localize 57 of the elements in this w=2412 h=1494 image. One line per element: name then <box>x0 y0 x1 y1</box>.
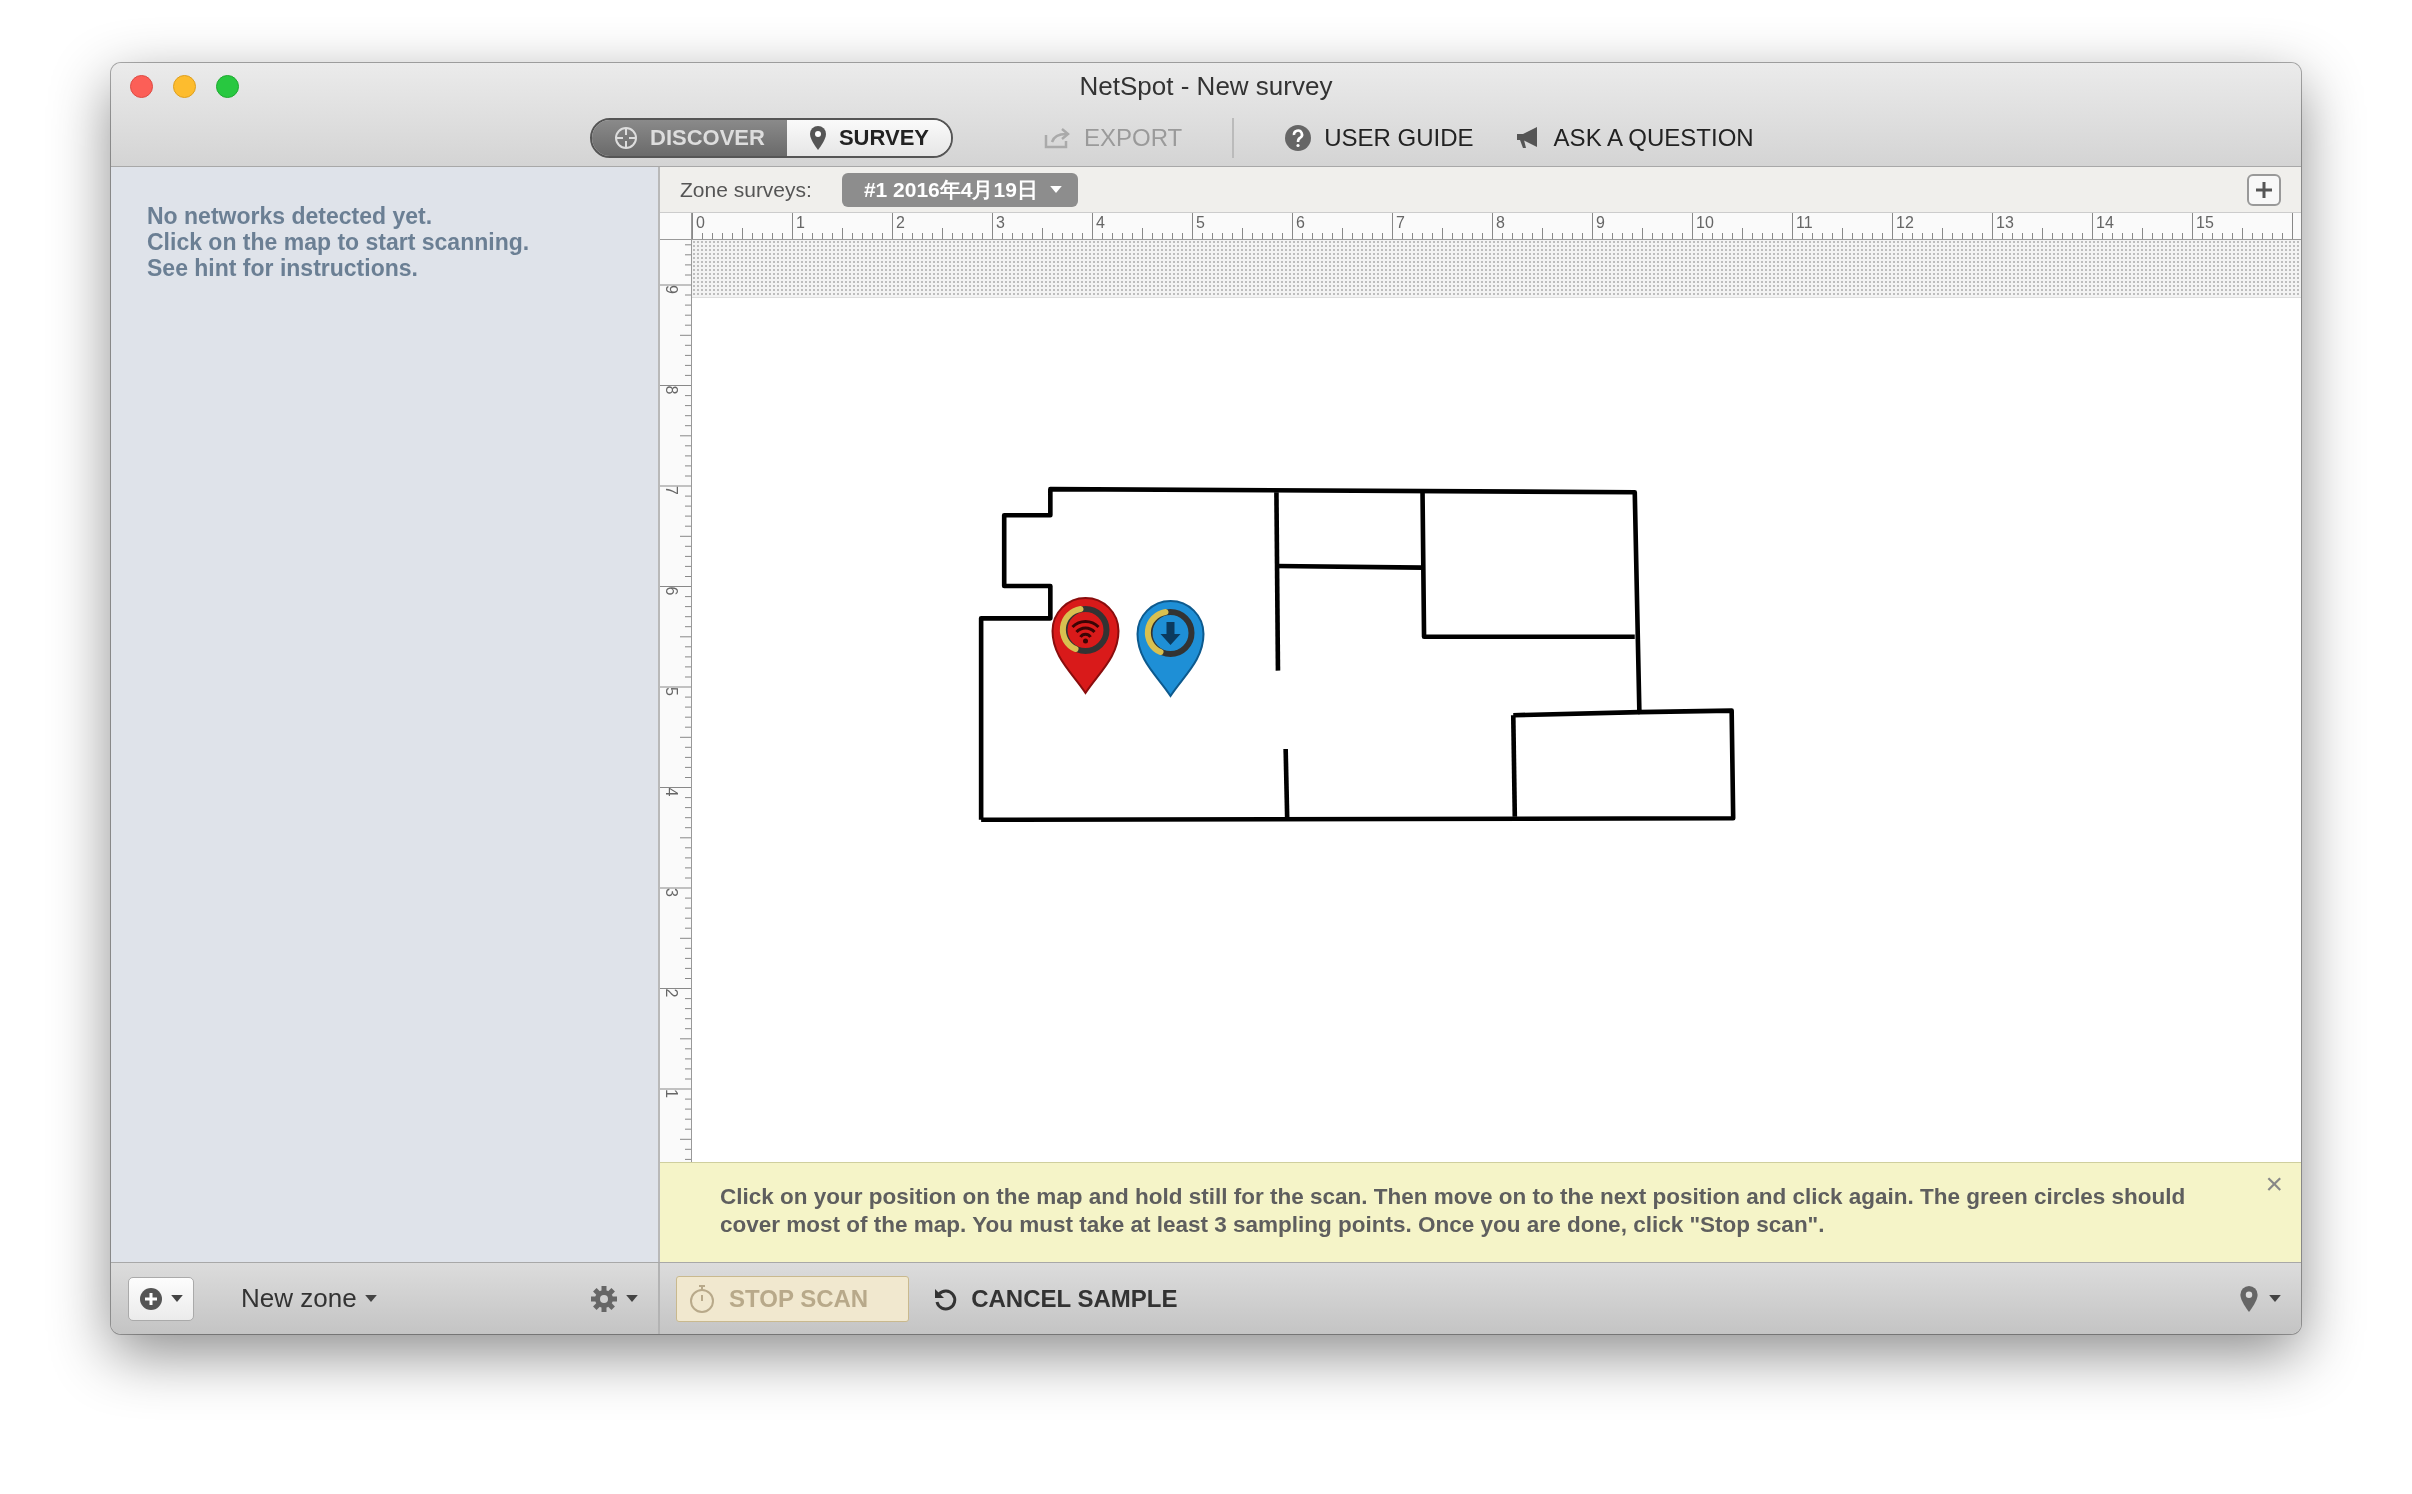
ruler-label: 11 <box>1796 214 1813 231</box>
ruler-label: 5 <box>663 687 680 696</box>
zone-surveys-label: Zone surveys: <box>680 177 812 202</box>
location-pin-icon <box>2239 1284 2259 1313</box>
status-message: Click on the map to start scanning. <box>147 229 531 255</box>
ruler-label: 15 <box>2196 214 2214 231</box>
ruler-label: 1 <box>663 1089 680 1098</box>
caret-icon <box>626 1295 638 1302</box>
status-message: See hint for instructions. <box>147 255 419 281</box>
ruler-label: 7 <box>1396 214 1405 231</box>
ruler-label: 0 <box>696 214 705 231</box>
ruler-label: 8 <box>663 385 680 395</box>
export-icon <box>1044 126 1072 149</box>
window-title: NetSpot - New survey <box>1079 70 1333 101</box>
ruler-label: 12 <box>1896 214 1914 231</box>
caret-icon <box>1049 186 1062 193</box>
plus-icon <box>2255 180 2273 199</box>
cancel-sample-button[interactable]: CANCEL SAMPLE <box>933 1284 1178 1313</box>
ruler-label: 1 <box>796 214 805 231</box>
stopwatch-icon <box>689 1283 715 1314</box>
add-button[interactable] <box>2247 173 2281 206</box>
caret-icon <box>2269 1295 2281 1302</box>
ruler-label: 3 <box>663 888 680 897</box>
ruler-label: 14 <box>2096 214 2114 231</box>
settings-menu-button[interactable] <box>590 1284 638 1313</box>
ruler-label: 4 <box>663 787 680 797</box>
ruler-label: 6 <box>1296 214 1305 231</box>
close-window-button[interactable] <box>130 74 153 98</box>
plus-circle-icon <box>139 1286 163 1311</box>
ruler-label: 3 <box>996 214 1005 231</box>
mode-tab[interactable]: SURVEY <box>786 119 951 156</box>
location-pin-icon <box>808 124 827 151</box>
caret-icon <box>171 1295 183 1302</box>
ruler-label: 5 <box>1196 214 1205 231</box>
settings-icon <box>590 1284 618 1313</box>
status-message: No networks detected yet. <box>147 203 434 229</box>
download-pin-icon[interactable] <box>1135 598 1206 698</box>
add-menu-button[interactable] <box>128 1276 194 1321</box>
ruler-label: 8 <box>1496 214 1505 231</box>
ruler-label: 7 <box>663 486 680 495</box>
ruler-label: 2 <box>663 988 680 998</box>
new-zone-menu[interactable]: New zone <box>241 1283 377 1314</box>
caret-icon <box>364 1295 377 1302</box>
ruler-label: 4 <box>1096 214 1105 231</box>
crosshair-icon <box>614 125 638 150</box>
pin-menu-button[interactable] <box>2239 1284 2281 1313</box>
ruler-label: 9 <box>663 285 680 294</box>
ruler-label: 6 <box>663 586 680 596</box>
ruler-label: 13 <box>1996 214 2014 231</box>
help-icon <box>1284 123 1313 152</box>
ruler-label: 2 <box>896 214 905 231</box>
ruler-label: 10 <box>1696 214 1714 231</box>
hint-text: Click on your position on the map and hold still for the scan. Then move on to the next position and click again. The green circles should cover most of the map. You must take at least 3 sampling points. Once you are done, click "Stop scan". <box>720 1183 2187 1239</box>
toolbar-button[interactable]: USER GUIDE <box>1284 123 1474 152</box>
ruler-label: 9 <box>1596 214 1605 231</box>
wifi-pin-icon[interactable] <box>1050 595 1121 695</box>
toolbar-button[interactable]: ASK A QUESTION <box>1513 123 1754 152</box>
